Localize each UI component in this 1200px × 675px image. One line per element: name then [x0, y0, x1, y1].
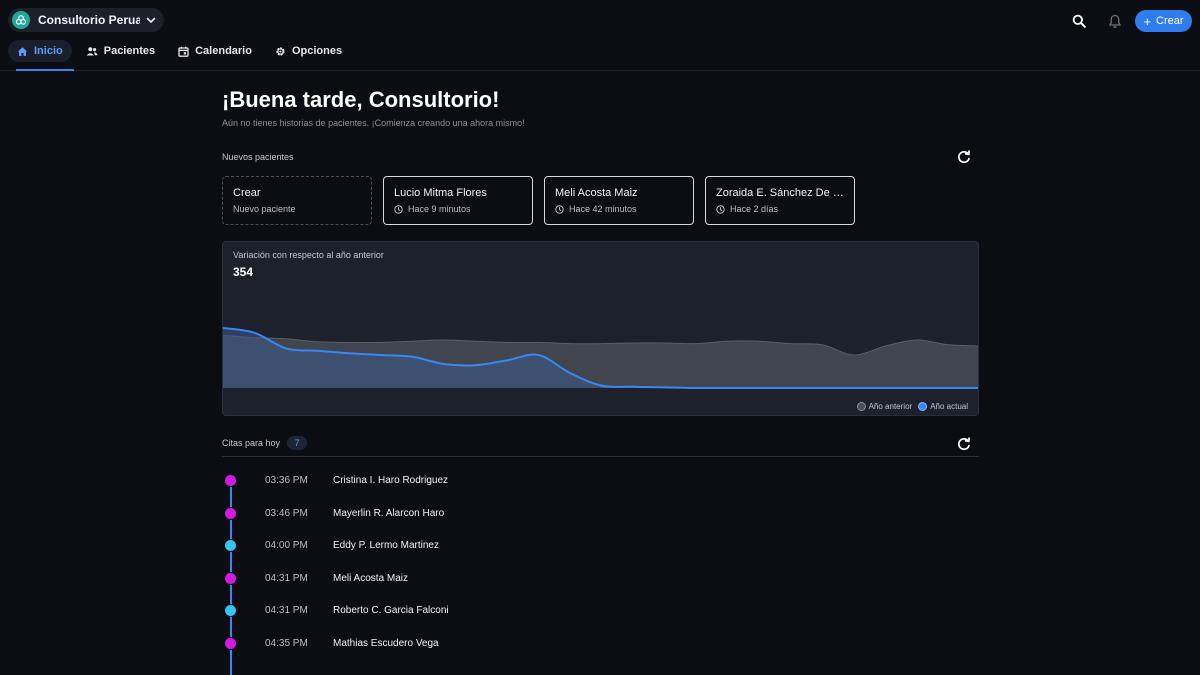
tab-label: Pacientes	[103, 45, 156, 57]
legend-dot-previous	[856, 402, 866, 411]
refresh-icon[interactable]	[956, 436, 972, 452]
clock-icon	[394, 204, 403, 214]
area-chart-plot	[223, 327, 978, 390]
notifications-button[interactable]	[1103, 9, 1127, 33]
legend-dot-current	[918, 402, 928, 411]
patient-created-time: Hace 9 minutos	[408, 204, 471, 214]
chart-value: 354	[233, 265, 254, 279]
active-tab-indicator	[16, 69, 74, 71]
appointment-node	[224, 539, 237, 552]
legend-current-year[interactable]: Año actual	[918, 402, 968, 411]
patient-name: Zoraida E. Sánchez De Hu...	[716, 187, 844, 199]
legend-previous-year[interactable]: Año anterior	[856, 402, 913, 411]
home-icon	[18, 46, 27, 56]
patient-name: Lucio Mitma Flores	[394, 187, 487, 199]
patient-card[interactable]: Lucio Mitma Flores Hace 9 minutos	[383, 176, 533, 225]
clinic-logo-icon	[12, 11, 30, 29]
chart-title: Variación con respecto al año anterior	[233, 250, 384, 260]
appointment-time: 03:46 PM	[265, 507, 308, 519]
tab-opciones[interactable]: Opciones	[266, 40, 351, 62]
clock-icon	[716, 204, 725, 214]
tab-pacientes[interactable]: Pacientes	[77, 40, 164, 62]
appointment-time: 03:36 PM	[265, 475, 308, 486]
tab-label: Opciones	[291, 45, 343, 57]
create-button[interactable]: + Crear	[1135, 10, 1192, 32]
appointment-time: 04:31 PM	[265, 605, 308, 616]
appointment-patient: Mathias Escudero Vega	[333, 637, 439, 649]
bell-icon	[1109, 14, 1121, 28]
appointment-patient: Cristina I. Haro Rodriguez	[333, 475, 449, 486]
variation-chart: Variación con respecto al año anterior 3…	[222, 241, 979, 416]
main-tabs: Inicio Pacientes Calendario Opciones	[8, 40, 356, 71]
patient-created-time: Hace 42 minutos	[569, 204, 637, 214]
new-patients-cards: Crear Nuevo paciente Lucio Mitma Flores …	[222, 176, 866, 225]
gear-icon	[276, 46, 285, 56]
workspace-selector[interactable]: Consultorio Peruan...	[8, 8, 164, 32]
patient-name: Meli Acosta Maiz	[555, 187, 638, 199]
appointment-patient: Mayerlin R. Alarcon Haro	[333, 507, 445, 519]
users-icon	[86, 46, 98, 55]
top-bar: Consultorio Peruan... + Crear	[0, 0, 1200, 71]
tab-label: Inicio	[34, 45, 63, 57]
patient-card[interactable]: Zoraida E. Sánchez De Hu... Hace 2 días	[705, 176, 855, 225]
workspace-name: Consultorio Peruan...	[38, 13, 140, 27]
search-icon	[1072, 14, 1086, 28]
new-patients-label: Nuevos pacientes	[222, 152, 294, 162]
card-title: Crear	[233, 187, 261, 199]
clock-icon	[555, 204, 564, 214]
appointment-patient: Eddy P. Lermo Martinez	[333, 540, 439, 551]
appointment-time: 04:35 PM	[265, 637, 308, 649]
page-subtitle: Aún no tienes historias de pacientes. ¡C…	[222, 118, 525, 128]
patient-card[interactable]: Meli Acosta Maiz Hace 42 minutos	[544, 176, 694, 225]
appointment-node	[224, 506, 237, 520]
tab-label: Calendario	[195, 45, 252, 57]
appointment-patient: Meli Acosta Maiz	[333, 572, 409, 584]
chevron-down-icon	[146, 17, 156, 23]
tab-calendario[interactable]: Calendario	[169, 40, 261, 62]
refresh-icon[interactable]	[956, 149, 972, 165]
create-patient-card[interactable]: Crear Nuevo paciente	[222, 176, 372, 225]
appointment-node	[224, 571, 237, 585]
appointment-node	[224, 636, 237, 650]
patient-created-time: Hace 2 días	[730, 204, 779, 214]
plus-icon: +	[1143, 13, 1152, 29]
legend-label: Año anterior	[868, 402, 913, 411]
appointment-time: 04:00 PM	[265, 540, 308, 551]
chart-legend: Año anterior Año actual	[851, 402, 968, 411]
search-button[interactable]	[1067, 9, 1091, 33]
appointment-time: 04:31 PM	[265, 572, 308, 584]
appointment-patient: Roberto C. Garcia Falconi	[333, 605, 449, 616]
calendar-icon	[178, 46, 189, 57]
page-title: ¡Buena tarde, Consultorio!	[222, 87, 500, 112]
appointments-label: Citas para hoy	[222, 438, 281, 448]
appointment-node	[224, 474, 237, 487]
legend-label: Año actual	[930, 402, 968, 411]
appointments-count-badge: 7	[287, 436, 307, 450]
create-button-label: Crear	[1156, 15, 1184, 27]
appointment-node	[224, 604, 237, 617]
card-subtitle: Nuevo paciente	[233, 204, 296, 214]
appointments-header: Citas para hoy 7	[222, 435, 979, 457]
tab-inicio[interactable]: Inicio	[8, 40, 72, 62]
